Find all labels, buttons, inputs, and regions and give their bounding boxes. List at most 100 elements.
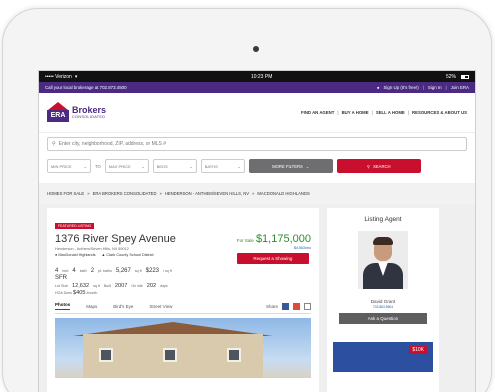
chevron-right-icon: » [252,191,255,196]
onsite-unit: days [160,284,168,288]
divider: | [445,85,447,90]
tab-birds-eye[interactable]: Bird's Eye [113,304,133,309]
price-line: For Sale $1,175,000 [237,233,311,245]
search-button-label: SEARCH [373,163,391,169]
facebook-icon[interactable] [282,302,289,310]
monthly-estimate[interactable]: $4,563/mo [237,246,311,250]
promo-banner[interactable]: $10K [333,342,433,372]
search-wrap: ⚲ Enter city, neighborhood, ZIP, address… [39,133,475,155]
logo-line2: CONSOLIDATED [72,115,106,119]
tablet-frame-stage: ••••• Verizon ▾ 10:23 PM 52% Call your l… [0,0,495,392]
signin-link[interactable]: Sign In [428,85,442,90]
divider: | [337,110,339,115]
search-icon: ⚲ [52,141,56,147]
breadcrumb-item[interactable]: ERA BROKERS CONSOLIDATED [93,191,157,196]
listing-content: FEATURED LISTING 1376 River Spey Avenue … [39,204,475,392]
signup-link[interactable]: Sign Up (It's free!) [383,85,418,90]
chevron-down-icon: ⌄ [237,163,241,169]
promo-tag: $10K [409,346,427,354]
divider: | [422,85,424,90]
hoa-label: HOA Dues [55,291,72,295]
beds-select[interactable]: BEDS ⌄ [152,159,197,173]
breadcrumb-item[interactable]: HENDERSON - ANTHEM/SEVEN HILLS, NV [165,191,249,196]
max-price-select[interactable]: MAX PRICE ⌄ [104,159,149,173]
search-button[interactable]: ⚲ SEARCH [336,159,421,173]
google-plus-icon[interactable] [293,302,300,310]
listing-photo[interactable] [55,318,311,378]
agent-heading: Listing Agent [364,216,402,223]
baths-select[interactable]: BATHS ⌄ [200,159,245,173]
site-header: ERA Brokers CONSOLIDATED FIND AN AGENT |… [39,93,475,133]
battery-percent: 52% [445,73,456,80]
house-image [83,334,263,378]
more-filters-label: MORE FILTERS [272,163,303,169]
email-icon[interactable] [304,302,311,310]
logo-roof [48,101,68,110]
listing-address-col: 1376 River Spey Avenue Henderson - Anthe… [55,233,176,257]
breadcrumb-item[interactable]: HOMES FOR SALE [47,191,84,196]
baths-unit: bath [79,269,87,273]
agent-name[interactable]: David Grant [327,299,439,304]
built-label: Built [103,284,111,288]
search-input[interactable]: ⚲ Enter city, neighborhood, ZIP, address… [47,137,467,151]
nav-resources[interactable]: RESOURCES & ABOUT US [412,110,467,115]
main-nav: FIND AN AGENT | BUY A HOME | SELL A HOME… [301,110,467,115]
neighborhood-label: MacDonald Highlands [58,253,96,257]
for-sale-label: For Sale [236,238,254,243]
nav-buy-home[interactable]: BUY A HOME [342,110,369,115]
school-tag[interactable]: ▲ Clark County School District [102,253,154,257]
to-label: TO [95,163,101,169]
listing-subaddress: Henderson - Anthem/Seven Hills, NV 89012 [55,247,129,251]
featured-badge: FEATURED LISTING [55,223,95,229]
chevron-down-icon: ⌄ [305,163,310,169]
agent-hair [373,237,393,245]
nav-find-agent[interactable]: FIND AN AGENT [301,110,334,115]
sqft-unit: sq ft [134,269,142,273]
logo-era-text: ERA [47,109,69,122]
chevron-right-icon: » [159,191,162,196]
house-window [227,348,241,362]
pin-icon: ● [55,253,58,257]
clock: 10:23 PM [250,73,273,80]
breadcrumb-item[interactable]: MACDONALD HIGHLANDS [257,191,309,196]
brokerage-phone-text: Call your local brokerage at 702.873.450… [45,85,127,90]
nav-sell-home[interactable]: SELL A HOME [376,110,405,115]
beds-label: BEDS [156,163,168,169]
listing-agent-panel: Listing Agent David Grant 702.863.5604 A… [327,208,439,392]
school-icon: ▲ [101,253,106,257]
join-link[interactable]: Join ERA [451,85,469,90]
front-camera [253,46,259,52]
house-window [99,348,113,362]
min-price-select[interactable]: MIN PRICE ⌄ [47,159,91,173]
share-group: Share [266,302,311,310]
hoa-unit: /month [86,291,98,295]
tablet-screen: ••••• Verizon ▾ 10:23 PM 52% Call your l… [38,70,476,392]
house-window [163,348,177,362]
filter-bar: MIN PRICE ⌄ TO MAX PRICE ⌄ BEDS ⌄ BATHS … [39,155,475,179]
lot-unit: sq ft [93,284,100,288]
listing-stats-secondary: Lot Size 12,632 sq ft Built 2007 On site 202… [55,283,311,289]
neighborhood-tag[interactable]: ● MacDonald Highlands [55,253,96,257]
beds-unit: bed [62,269,69,273]
chevron-down-icon: ⌄ [83,163,87,169]
tab-street-view[interactable]: Street View [149,304,172,309]
tab-maps[interactable]: Maps [86,304,97,309]
request-showing-button[interactable]: Request a Showing [236,253,309,264]
more-filters-button[interactable]: MORE FILTERS ⌄ [248,159,333,173]
wifi-icon: ▾ [74,73,78,80]
search-placeholder: Enter city, neighborhood, ZIP, address, … [58,141,167,147]
property-type: SFR [55,275,67,281]
hoa-dues: HOA Dues $405 /month [55,290,311,296]
tab-photos[interactable]: Photos [55,302,71,310]
top-utility-bar: Call your local brokerage at 702.873.450… [39,82,475,93]
logo-wordmark: Brokers CONSOLIDATED [72,106,106,120]
era-logo[interactable]: ERA Brokers CONSOLIDATED [47,101,106,124]
listing-card: FEATURED LISTING 1376 River Spey Avenue … [47,208,319,392]
agent-phone[interactable]: 702.863.5604 [327,305,439,309]
listing-title-row: 1376 River Spey Avenue Henderson - Anthe… [55,233,311,264]
built-value: 2007 [114,283,128,289]
carrier-label: ••••• Verizon [45,73,72,80]
ask-question-button[interactable]: Ask a Question [339,313,427,324]
lot-value: 12,632 [72,283,90,289]
listing-tags: ● MacDonald Highlands ▲ Clark County Sch… [55,253,176,257]
